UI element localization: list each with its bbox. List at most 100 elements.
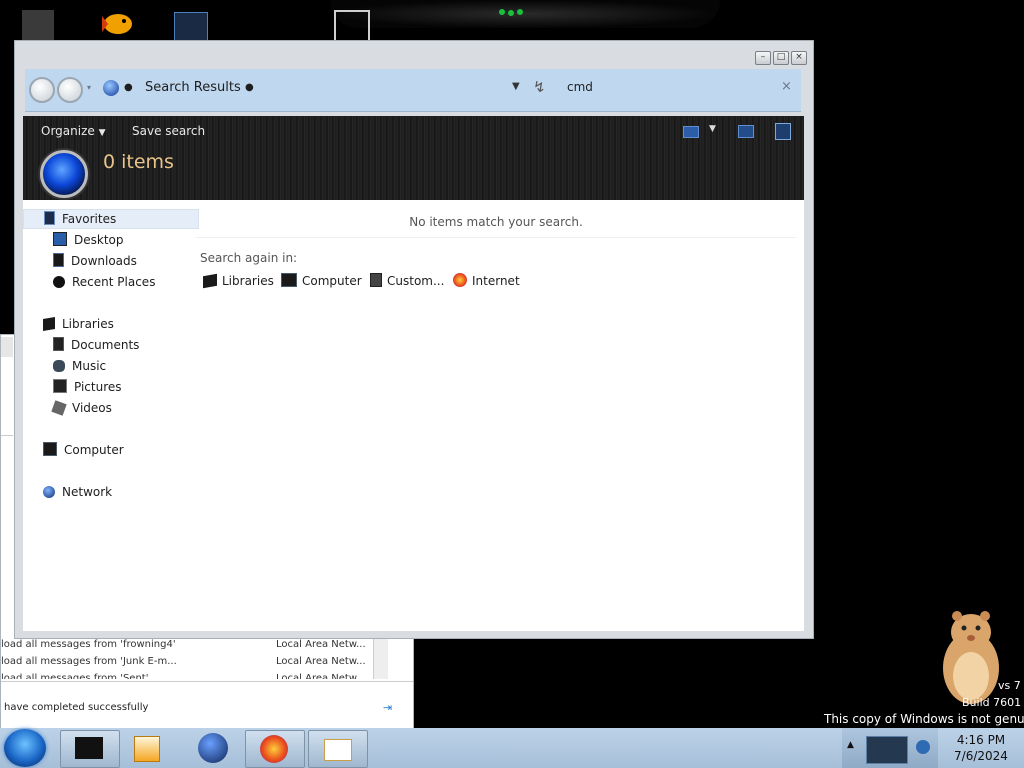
sidebar-item-label: Music — [72, 359, 107, 373]
sidebar-item-computer[interactable]: Computer — [43, 441, 124, 459]
organize-button[interactable]: Organize ▼ — [41, 124, 106, 138]
search-location-label: Custom... — [387, 274, 445, 288]
breadcrumb[interactable]: Search Results — [145, 80, 241, 95]
hamster-image — [935, 606, 1005, 706]
scrollbar[interactable] — [373, 635, 388, 679]
desktop-windows-icon[interactable] — [334, 10, 370, 44]
show-hidden-icons[interactable]: ▲ — [847, 740, 854, 750]
list-item-connection: Local Area Netw... — [276, 673, 366, 679]
taskbar-app-mail[interactable] — [308, 730, 368, 768]
sidebar-item-pictures[interactable]: Pictures — [53, 378, 122, 396]
sidebar-item-downloads[interactable]: Downloads — [53, 252, 137, 270]
divider — [1, 435, 13, 436]
pictures-icon — [53, 379, 67, 393]
caption-buttons: – □ × — [753, 51, 807, 65]
documents-icon — [53, 337, 64, 351]
preview-pane-icon[interactable] — [738, 125, 754, 138]
search-box[interactable]: cmd × — [555, 74, 801, 104]
sidebar-item-recent-places[interactable]: Recent Places — [53, 273, 155, 291]
organize-label: Organize — [41, 124, 95, 138]
explorer-window[interactable]: – □ × ▾ ● Search Results ● ▼ ↯ cmd × Organ… — [14, 40, 814, 639]
tray-app-icon[interactable] — [866, 736, 908, 764]
search-location-label: Internet — [472, 274, 520, 288]
command-bar: Organize ▼ Save search ▼ 0 items — [23, 116, 804, 200]
history-dropdown-icon[interactable]: ▾ — [87, 83, 91, 92]
sidebar-item-label: Videos — [72, 401, 112, 415]
sidebar-item-network[interactable]: Network — [43, 483, 112, 501]
search-again-custom[interactable]: Custom... — [370, 273, 444, 289]
sidebar-item-label: Pictures — [74, 380, 122, 394]
start-button[interactable] — [4, 729, 46, 767]
sidebar-item-label: Documents — [71, 338, 140, 352]
clock[interactable]: 4:16 PM 7/6/2024 — [938, 728, 1024, 768]
list-item-connection: Local Area Netw... — [276, 656, 366, 667]
address-dropdown-icon[interactable]: ▼ — [512, 81, 520, 92]
desktop-fish-icon[interactable] — [94, 6, 132, 36]
sidebar-item-favorites[interactable]: Favorites — [23, 209, 199, 229]
save-search-button[interactable]: Save search — [132, 124, 205, 138]
search-again-computer[interactable]: Computer — [281, 273, 362, 289]
taskbar-app-firefox[interactable] — [245, 730, 305, 768]
sidebar-item-videos[interactable]: Videos — [51, 399, 112, 417]
status-text: have completed successfully — [4, 702, 149, 713]
media-player-icon[interactable] — [134, 736, 160, 762]
watermark-line1: vs 7 — [998, 679, 1021, 692]
divider — [1, 681, 413, 682]
clock-time: 4:16 PM — [956, 733, 1006, 747]
videos-icon — [51, 400, 67, 416]
list-item[interactable]: load all messages from 'Sent' — [1, 673, 148, 679]
sidebar-item-label: Libraries — [62, 317, 114, 331]
view-icon[interactable] — [683, 126, 699, 138]
recent-places-icon — [53, 276, 65, 288]
sidebar-item-music[interactable]: Music — [53, 357, 106, 375]
watermark-line3: This copy of Windows is not genuine — [824, 712, 1024, 726]
address-bar: ▾ ● Search Results ● ▼ ↯ cmd × — [25, 69, 801, 112]
taskbar-app-explorer[interactable] — [60, 730, 120, 768]
downloads-icon — [53, 253, 64, 267]
watermark-line2: Build 7601 — [962, 696, 1022, 709]
breadcrumb-end-icon[interactable]: ● — [245, 82, 254, 93]
music-icon — [53, 360, 65, 372]
tray-network-icon[interactable] — [916, 740, 930, 754]
refresh-icon[interactable]: ↯ — [533, 78, 546, 96]
search-again-libraries[interactable]: Libraries — [203, 273, 274, 289]
sidebar-item-label: Computer — [64, 443, 124, 457]
sidebar-item-desktop[interactable]: Desktop — [53, 231, 124, 249]
back-button[interactable] — [29, 77, 55, 103]
close-button[interactable]: × — [791, 51, 807, 65]
list-item[interactable]: load all messages from 'Junk E-m... — [1, 656, 177, 667]
clear-search-icon[interactable]: × — [781, 79, 792, 94]
view-dropdown-icon[interactable]: ▼ — [709, 124, 716, 134]
help-icon[interactable] — [775, 123, 791, 140]
explorer-icon — [75, 737, 103, 759]
navigation-pane: Favorites Desktop Downloads Recent Place… — [23, 200, 199, 631]
search-again-label: Search again in: — [200, 251, 298, 265]
libraries-icon — [43, 316, 55, 332]
background-window-title — [1, 337, 13, 357]
pin-icon[interactable]: ⇥ — [383, 701, 392, 714]
taskbar: ▲ 4:16 PM 7/6/2024 — [0, 728, 1024, 768]
star-icon — [44, 211, 55, 225]
breadcrumb-separator-icon[interactable]: ● — [124, 82, 133, 93]
mail-icon — [324, 739, 352, 761]
content-area: Favorites Desktop Downloads Recent Place… — [23, 200, 804, 631]
network-globe-icon[interactable] — [198, 733, 228, 763]
desktop-recycle-bin-icon[interactable] — [22, 10, 54, 40]
list-item[interactable]: load all messages from 'frowning4' — [1, 639, 176, 650]
network-icon — [43, 486, 55, 498]
minimize-button[interactable]: – — [755, 51, 771, 65]
sidebar-item-libraries[interactable]: Libraries — [43, 315, 114, 333]
maximize-button[interactable]: □ — [773, 51, 789, 65]
sidebar-item-label: Recent Places — [72, 275, 156, 289]
search-again-internet[interactable]: Internet — [453, 273, 520, 289]
notification-area: ▲ — [842, 728, 938, 768]
forward-button[interactable] — [57, 77, 83, 103]
computer-icon — [281, 273, 297, 287]
search-folder-icon — [40, 150, 88, 198]
sidebar-item-label: Network — [62, 485, 113, 499]
search-input[interactable]: cmd — [567, 80, 593, 94]
list-item-connection: Local Area Netw... — [276, 639, 366, 650]
firefox-icon — [453, 273, 467, 287]
sidebar-item-label: Favorites — [62, 212, 117, 226]
sidebar-item-documents[interactable]: Documents — [53, 336, 139, 354]
